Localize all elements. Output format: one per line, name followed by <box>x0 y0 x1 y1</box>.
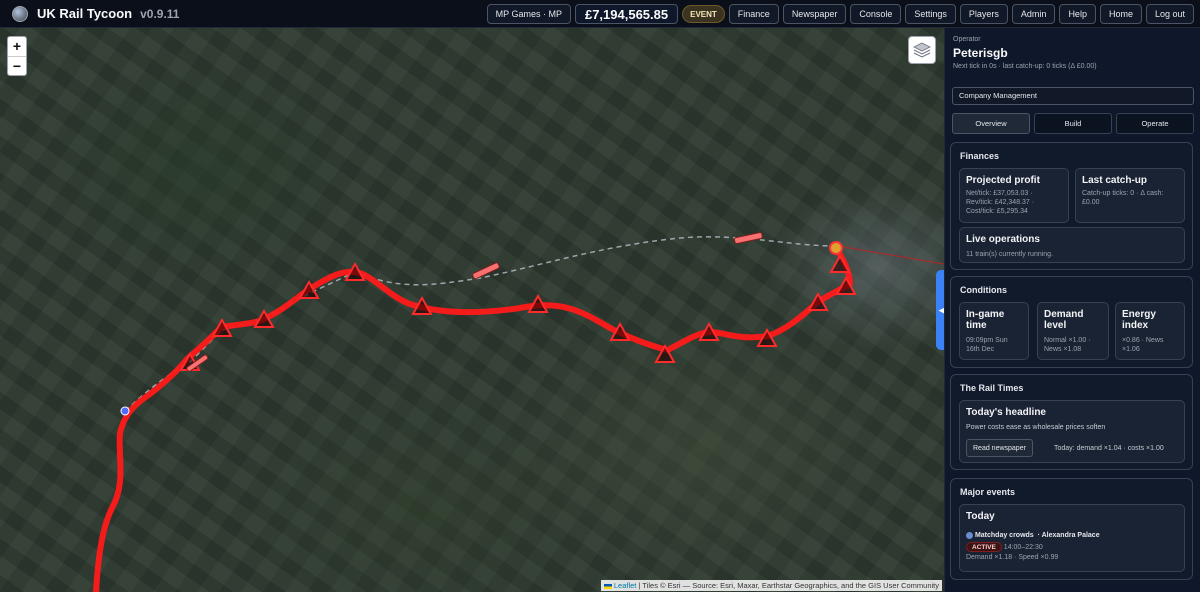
headline-card: Today's headline Power costs ease as who… <box>959 400 1185 463</box>
cash-balance: £7,194,565.85 <box>574 4 679 24</box>
event-hours: 14:00–22:30 <box>1003 544 1043 551</box>
headline-text: Power costs ease as wholesale prices sof… <box>966 424 1106 431</box>
projected-rev: Rev/tick: £42,348.37 · <box>966 199 1035 206</box>
feeder-line <box>837 245 944 265</box>
hazard-markers <box>179 253 857 371</box>
nav-settings-button[interactable]: Settings <box>905 4 956 24</box>
catchup-cash: £0.00 <box>1082 199 1100 206</box>
tab-build[interactable]: Build <box>1034 113 1112 134</box>
nav-logout-button[interactable]: Log out <box>1145 4 1194 24</box>
globe-logo-icon <box>12 5 28 22</box>
ukraine-flag-icon <box>603 583 612 589</box>
ingame-time-title-line2: time <box>966 320 987 331</box>
demand-level-title: Demand level <box>1044 309 1083 331</box>
panel-tabs: Overview Build Operate <box>952 113 1194 134</box>
ingame-time-title: In-game time <box>966 309 1004 331</box>
side-panel: Operator Peterisgb Next tick in 0s · las… <box>944 28 1200 592</box>
attribution-text: | Tiles © Esri — Source: Esri, Maxar, Ea… <box>638 581 940 590</box>
layers-icon <box>913 42 931 58</box>
projected-cost: Cost/tick: £5,295.34 <box>966 208 1028 215</box>
nav-finance-button[interactable]: Finance <box>728 4 779 24</box>
projected-profit-card: Projected profit Net/tick: £37,053.03 · … <box>959 168 1069 223</box>
app-title: UK Rail Tycoon <box>37 6 133 21</box>
last-catchup-title: Last catch-up <box>1082 175 1148 186</box>
event-name: Matchday crowds <box>974 532 1034 539</box>
demand-line2: News ×1.08 <box>1044 346 1082 353</box>
conditions-title: Conditions <box>960 285 1007 295</box>
tab-operate[interactable]: Operate <box>1116 113 1194 134</box>
live-operations-title: Live operations <box>966 234 1040 245</box>
energy-line2: ×1.06 <box>1122 346 1140 353</box>
headline-title: Today's headline <box>966 407 1046 418</box>
finances-section: Finances Projected profit Net/tick: £37,… <box>950 142 1193 270</box>
zoom-control: + − <box>7 36 27 76</box>
projected-net: Net/tick: £37,053.03 · <box>966 190 1033 197</box>
demand-level-card: Demand level Normal ×1.00 · News ×1.08 <box>1037 302 1109 360</box>
energy-title-line1: Energy <box>1122 309 1156 320</box>
route-overlay <box>93 232 944 592</box>
ingame-time-line2: 16th Dec <box>966 346 995 353</box>
nav-admin-button[interactable]: Admin <box>1011 4 1056 24</box>
energy-index-title: Energy index <box>1122 309 1156 331</box>
live-operations-text: 11 train(s) currently running. <box>966 251 1054 258</box>
ingame-time-title-line1: In-game <box>966 309 1005 320</box>
demand-title-line1: Demand <box>1044 309 1084 320</box>
nav-console-button[interactable]: Console <box>850 4 902 24</box>
event-line: Matchday crowds · Alexandra Palace <box>966 531 1100 540</box>
major-events-title: Major events <box>960 487 1016 497</box>
event-day: Today <box>966 511 995 522</box>
event-status-badge: ACTIVE <box>966 542 1002 552</box>
map-attribution: Leaflet | Tiles © Esri — Source: Esri, M… <box>600 580 942 591</box>
conditions-section: Conditions In-game time 09:09pm Sun 16th … <box>950 276 1193 368</box>
energy-index-card: Energy index ×0.86 · News ×1.06 <box>1115 302 1185 360</box>
zoom-in-button[interactable]: + <box>8 37 26 56</box>
projected-profit-title: Projected profit <box>966 175 1040 186</box>
live-operations-card: Live operations 11 train(s) currently ru… <box>959 227 1185 263</box>
ingame-time-line1: 09:09pm Sun <box>966 337 1008 344</box>
event-effects: Demand ×1.18 · Speed ×0.99 <box>966 554 1059 561</box>
layers-button[interactable] <box>908 36 936 64</box>
panel-mode-select[interactable]: Company Management <box>952 87 1194 105</box>
energy-title-line2: index <box>1122 320 1149 331</box>
app-version: v0.9.11 <box>140 6 180 21</box>
operator-name: Peterisgb <box>953 46 1008 60</box>
nav-help-button[interactable]: Help <box>1059 4 1096 24</box>
tick-info: Next tick in 0s · last catch-up: 0 ticks… <box>953 63 1097 70</box>
last-catchup-card: Last catch-up Catch-up ticks: 0 · Δ cash… <box>1075 168 1185 223</box>
top-bar: UK Rail Tycoon v0.9.11 MP Games · MP £7,… <box>0 0 1200 28</box>
energy-line1: ×0.86 · News <box>1122 337 1164 344</box>
zoom-out-button[interactable]: − <box>8 56 26 75</box>
demand-line1: Normal ×1.00 · <box>1044 337 1091 344</box>
finances-title: Finances <box>960 151 1000 161</box>
leaflet-link[interactable]: Leaflet <box>614 581 637 590</box>
ingame-time-card: In-game time 09:09pm Sun 16th Dec <box>959 302 1029 360</box>
train-sprite-2[interactable] <box>733 232 763 244</box>
event-badge[interactable]: EVENT <box>682 5 725 23</box>
demand-title-line2: level <box>1044 320 1067 331</box>
headline-modifiers: Today: demand ×1.04 · costs ×1.00 <box>1054 445 1164 452</box>
nav-players-button[interactable]: Players <box>959 4 1008 24</box>
mp-games-button[interactable]: MP Games · MP <box>486 4 571 24</box>
major-events-section: Major events Today Matchday crowds · Ale… <box>950 478 1193 580</box>
nav-newspaper-button[interactable]: Newspaper <box>782 4 847 24</box>
rail-times-title: The Rail Times <box>960 383 1024 393</box>
event-status-line: ACTIVE 14:00–22:30 <box>966 542 1043 552</box>
station-marker-west[interactable] <box>120 406 130 416</box>
operator-label: Operator <box>953 36 981 43</box>
catchup-ticks: Catch-up ticks: 0 · Δ cash: <box>1082 190 1164 197</box>
top-nav: MP Games · MP £7,194,565.85 EVENT Financ… <box>486 4 1194 24</box>
football-icon <box>966 531 973 539</box>
station-marker-east[interactable] <box>829 241 843 255</box>
tab-overview[interactable]: Overview <box>952 113 1030 134</box>
event-card: Today Matchday crowds · Alexandra Palace… <box>959 504 1185 572</box>
map-view[interactable]: + − Leaflet | Tiles © Esri — Source: Esr… <box>0 28 944 592</box>
nav-home-button[interactable]: Home <box>1099 4 1142 24</box>
rail-times-section: The Rail Times Today's headline Power co… <box>950 374 1193 470</box>
read-newspaper-button[interactable]: Read newspaper <box>966 439 1033 457</box>
event-place: · Alexandra Palace <box>1037 532 1100 539</box>
active-route-line <box>93 245 853 592</box>
